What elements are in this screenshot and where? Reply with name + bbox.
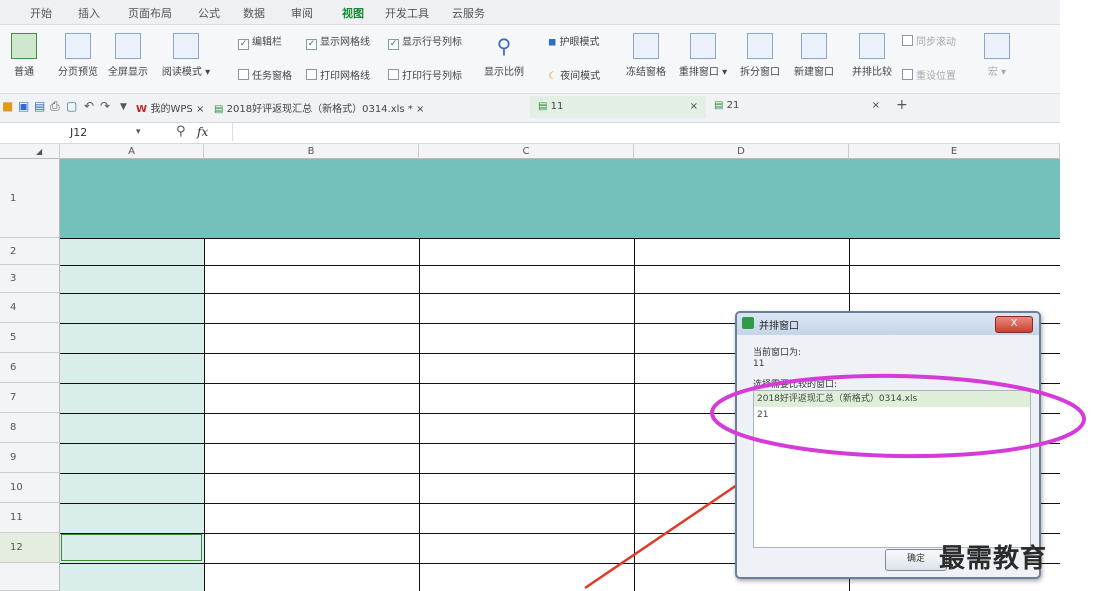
annotation-ellipse bbox=[710, 373, 1086, 459]
watermark-text: 最需教育 bbox=[939, 544, 1048, 574]
